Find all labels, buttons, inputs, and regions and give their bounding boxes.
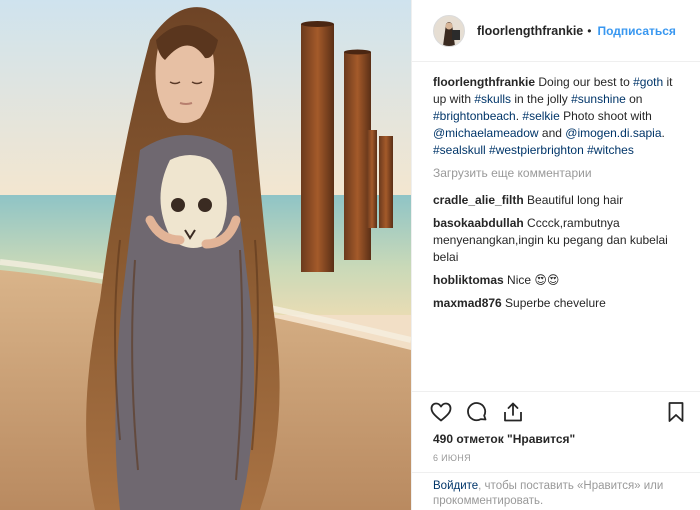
post-date: 6 ИЮНЯ (433, 453, 471, 463)
post-header: floorlengthfrankie • Подписаться (412, 0, 700, 62)
post-side-panel: floorlengthfrankie • Подписаться floorle… (411, 0, 700, 510)
likes-count[interactable]: 490 отметок "Нравится" (433, 432, 575, 446)
caption-tag-link[interactable]: #selkie (522, 109, 559, 123)
heart-icon[interactable] (429, 400, 453, 424)
comment-username[interactable]: cradle_alie_filth (433, 193, 524, 207)
comment-username[interactable]: maxmad876 (433, 296, 502, 310)
share-icon[interactable] (501, 400, 525, 424)
beach-portrait-image (0, 0, 411, 510)
caption-tag-link[interactable]: #westpierbrighton (489, 143, 584, 157)
comment-text: Beautiful long hair (523, 193, 624, 207)
login-link[interactable]: Войдите (433, 480, 478, 492)
bookmark-icon[interactable] (664, 400, 688, 424)
post-caption: floorlengthfrankie Doing our best to #go… (433, 74, 686, 159)
comment-item: maxmad876 Superbe chevelure (433, 295, 686, 312)
comment-item: hobliktomas Nice 😍😍 (433, 272, 686, 289)
comment-username[interactable]: hobliktomas (433, 273, 504, 287)
separator-dot: • (587, 23, 592, 38)
caption-tag-link[interactable]: #sunshine (571, 92, 626, 106)
caption-text-part: Photo shoot with (559, 109, 652, 123)
caption-tag-link[interactable]: #sealskull (433, 143, 486, 157)
comment-username[interactable]: basokaabdullah (433, 216, 524, 230)
post-photo[interactable] (0, 0, 411, 510)
caption-tag-link[interactable]: #goth (633, 75, 663, 89)
caption-text-part: on (625, 92, 643, 106)
comment-icon[interactable] (465, 400, 489, 424)
caption-tag-link[interactable]: #skulls (474, 92, 511, 106)
login-prompt: Войдите, чтобы поставить «Нравится» или … (412, 472, 700, 510)
caption-text-part: . (661, 126, 665, 140)
caption-text-part: and (538, 126, 566, 140)
caption-tag-link[interactable]: #witches (587, 143, 634, 157)
caption-tag-link[interactable]: @michaelameadow (433, 126, 539, 140)
comment-text: Superbe chevelure (501, 296, 606, 310)
comment-text: Nice 😍😍 (503, 273, 560, 287)
post-username-link[interactable]: floorlengthfrankie (477, 24, 583, 38)
caption-tag-link[interactable]: @imogen.di.sapia (565, 126, 661, 140)
action-bar (412, 391, 700, 431)
comment-item: basokaabdullah Cccck,rambutnya menyenang… (433, 215, 686, 266)
follow-button[interactable]: Подписаться (597, 24, 675, 38)
load-more-comments-button[interactable]: Загрузить еще комментарии (433, 165, 686, 182)
caption-tag-link[interactable]: #brightonbeach (433, 109, 516, 123)
caption-text-part: Doing our best to (538, 75, 634, 89)
comments-section: floorlengthfrankie Doing our best to #go… (412, 62, 700, 312)
comment-item: cradle_alie_filth Beautiful long hair (433, 192, 686, 209)
avatar[interactable] (433, 14, 465, 47)
comment-list: cradle_alie_filth Beautiful long hair bas… (433, 192, 686, 312)
caption-username[interactable]: floorlengthfrankie (433, 75, 535, 89)
caption-text-part: in the jolly (511, 92, 572, 106)
